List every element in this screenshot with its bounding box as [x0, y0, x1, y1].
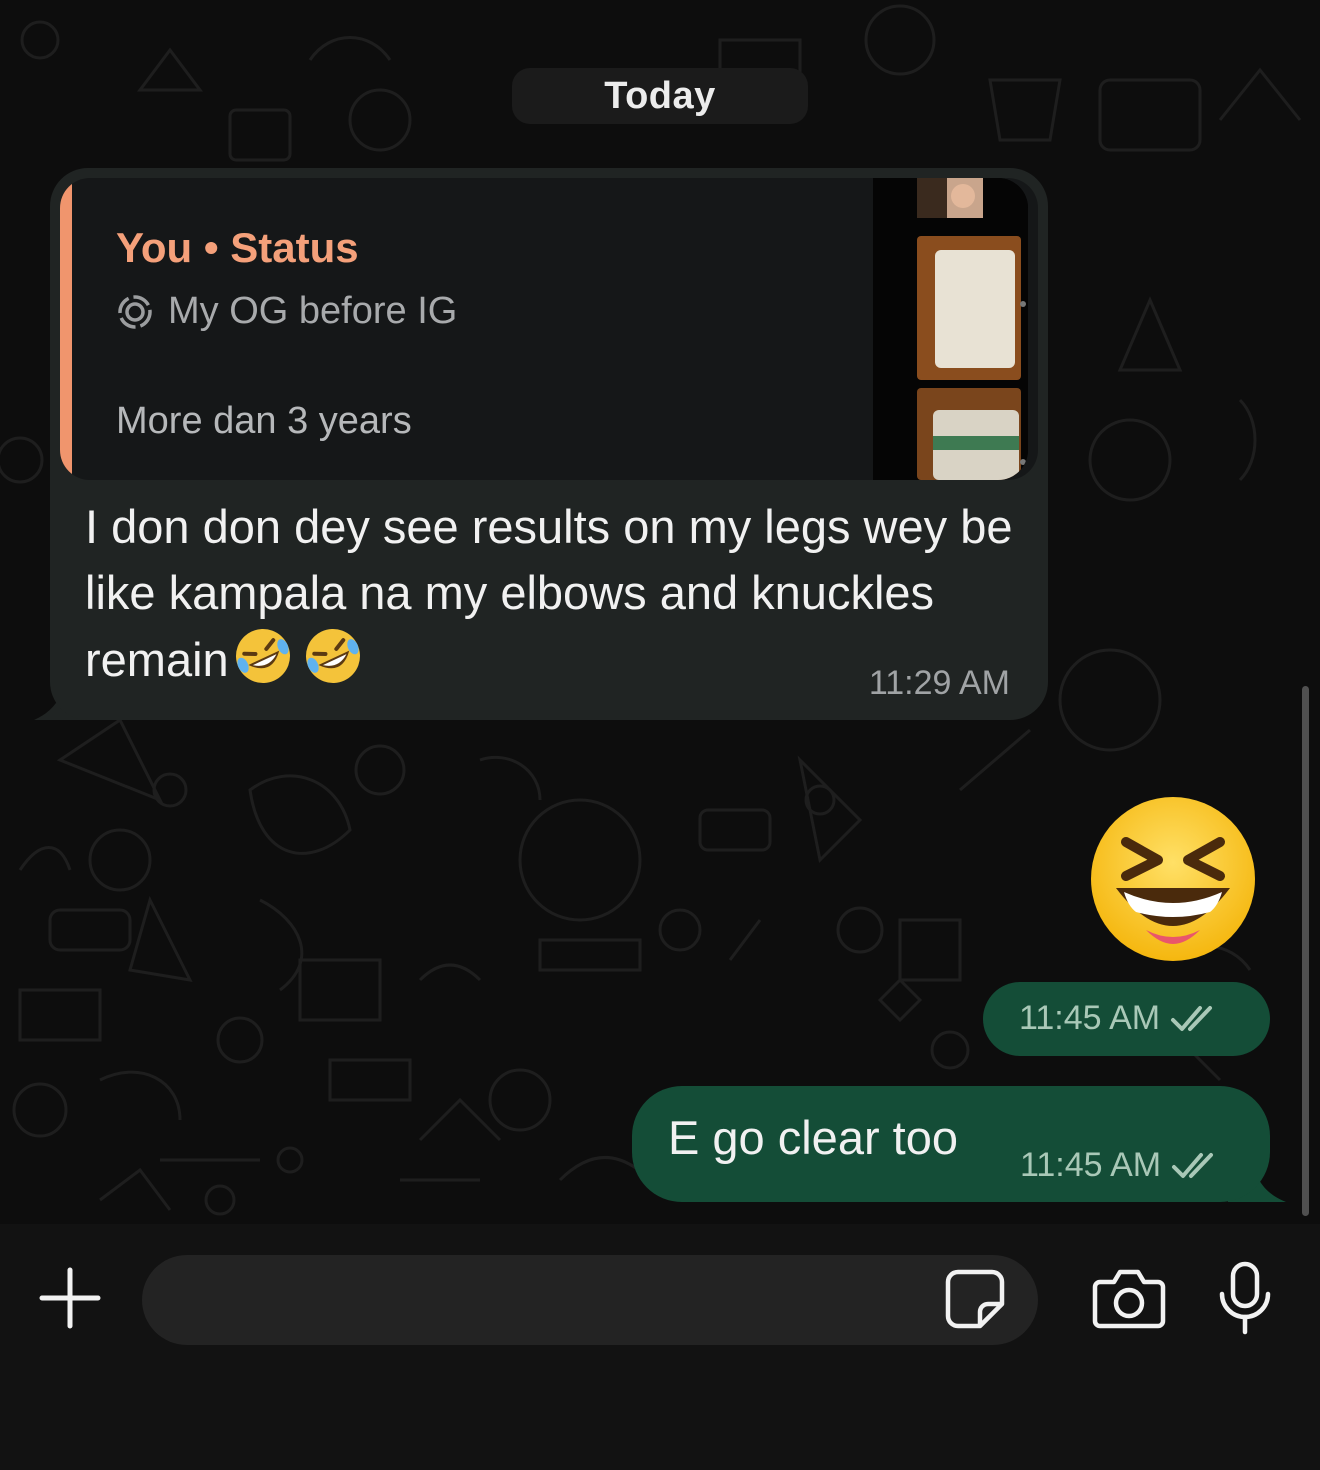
quote-accent-bar: [60, 178, 72, 480]
quote-author: You • Status: [116, 224, 359, 272]
rolling-on-floor-laughing-icon: [235, 629, 290, 683]
incoming-timestamp: 11:29 AM: [868, 664, 1010, 702]
outgoing-text-message[interactable]: E go clear too 11:45 AM: [632, 1086, 1270, 1202]
double-check-icon: [1171, 1005, 1213, 1031]
rolling-on-floor-laughing-icon: [305, 629, 360, 683]
outgoing-text-timestamp: 11:45 AM: [1020, 1146, 1162, 1184]
date-separator: Today: [512, 68, 808, 124]
outgoing-emoji-time-row: 11:45 AM: [1019, 999, 1220, 1038]
chat-scrollbar[interactable]: [1302, 686, 1309, 1216]
message-input[interactable]: [142, 1255, 1038, 1345]
sticker-icon[interactable]: [944, 1268, 1006, 1330]
outgoing-emoji-bubble[interactable]: 11:45 AM: [983, 982, 1270, 1056]
attach-plus-icon[interactable]: [38, 1266, 102, 1330]
outgoing-message-text: E go clear too: [668, 1111, 959, 1164]
incoming-message[interactable]: You • Status My OG before IG More dan 3 …: [50, 168, 1048, 720]
incoming-text: I don don dey see results on my legs wey…: [85, 500, 1013, 686]
chat-screen: Today You • Status My OG before IG More …: [0, 0, 1320, 1470]
status-reply-quote[interactable]: You • Status My OG before IG More dan 3 …: [60, 178, 1038, 480]
chat-area[interactable]: Today You • Status My OG before IG More …: [0, 0, 1320, 1224]
status-thumbnail[interactable]: [873, 178, 1028, 480]
status-thumbnail-image: [873, 178, 1028, 480]
camera-icon[interactable]: [1092, 1266, 1166, 1330]
double-check-icon: [1172, 1152, 1214, 1178]
outgoing-emoji-timestamp: 11:45 AM: [1019, 999, 1161, 1037]
quote-status-text: My OG before IG: [168, 290, 458, 332]
quote-author-name: You: [116, 224, 193, 271]
grinning-squinting-face-icon[interactable]: [1088, 794, 1258, 964]
microphone-icon[interactable]: [1216, 1260, 1274, 1336]
outgoing-text-time-row: 11:45 AM: [1020, 1146, 1221, 1185]
quote-status-line: My OG before IG: [116, 290, 457, 333]
quote-caption: More dan 3 years: [116, 400, 412, 442]
quote-separator: •: [203, 224, 219, 271]
status-ring-icon: [118, 294, 152, 329]
quote-source: Status: [230, 224, 359, 271]
